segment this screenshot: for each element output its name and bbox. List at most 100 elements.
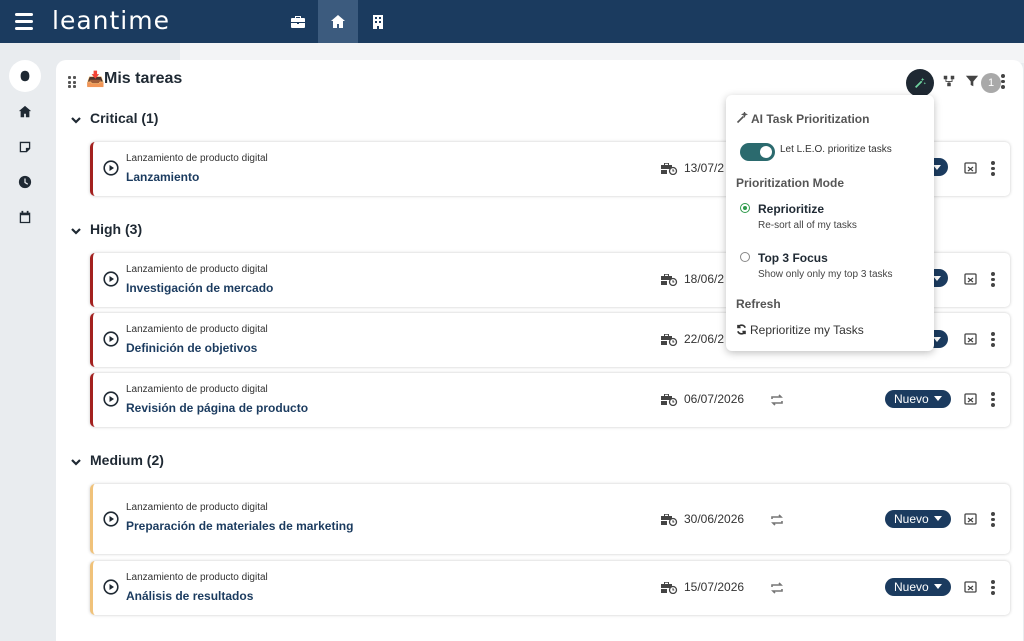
status-dropdown[interactable]: Nuevo: [885, 390, 951, 408]
calendar-x-icon[interactable]: [964, 392, 977, 405]
menu-icon[interactable]: [15, 13, 33, 30]
toggle-knob: [760, 146, 772, 158]
task-name[interactable]: Análisis de resultados: [126, 589, 253, 603]
building-icon[interactable]: [358, 0, 398, 43]
widget-menu-icon[interactable]: [1001, 74, 1005, 89]
filter-count-badge[interactable]: 1: [981, 73, 1001, 93]
task-menu-icon[interactable]: [991, 272, 995, 287]
play-circle-icon[interactable]: [103, 331, 119, 347]
group-title: Critical (1): [90, 110, 159, 126]
task-name[interactable]: Definición de objetivos: [126, 341, 257, 355]
task-name[interactable]: Revisión de página de producto: [126, 401, 308, 415]
chevron-down-icon: [70, 113, 82, 125]
due-date-icon[interactable]: [660, 332, 678, 347]
chevron-down-icon: [70, 224, 82, 236]
popover-title: AI Task Prioritization: [736, 110, 870, 126]
page-title: Mis tareas: [104, 70, 183, 87]
magic-wand-icon: [736, 110, 749, 124]
task-project: Lanzamiento de producto digital: [126, 153, 268, 164]
popover-title-text: AI Task Prioritization: [751, 112, 870, 126]
task-project: Lanzamiento de producto digital: [126, 324, 268, 335]
group-by-icon[interactable]: [942, 74, 956, 88]
task-due-date[interactable]: 15/07/2026: [684, 580, 744, 594]
task-project: Lanzamiento de producto digital: [126, 384, 268, 395]
task-menu-icon[interactable]: [991, 161, 995, 176]
task-name[interactable]: Lanzamiento: [126, 170, 199, 184]
due-date-icon[interactable]: [660, 512, 678, 527]
caret-down-icon: [933, 584, 942, 589]
play-circle-icon[interactable]: [103, 511, 119, 527]
inbox-emoji-icon: 📥: [86, 71, 105, 88]
task-due-date[interactable]: 13/07/2: [684, 161, 724, 175]
task-name[interactable]: Preparación de materiales de marketing: [126, 519, 353, 533]
task-row[interactable]: Lanzamiento de producto digital Revisión…: [90, 373, 1010, 427]
reprioritize-label[interactable]: Reprioritize: [758, 202, 824, 216]
task-row[interactable]: Lanzamiento de producto digital Análisis…: [90, 561, 1010, 615]
clock-icon[interactable]: [9, 166, 41, 198]
caret-down-icon: [933, 276, 941, 281]
top3-focus-desc: Show only only my top 3 tasks: [758, 269, 893, 280]
briefcase-icon[interactable]: [278, 0, 318, 43]
task-due-date[interactable]: 30/06/2026: [684, 512, 744, 526]
home-project-icon[interactable]: [318, 0, 358, 43]
repeat-icon[interactable]: [770, 581, 784, 594]
app-logo[interactable]: leantime: [52, 6, 170, 35]
due-date-icon[interactable]: [660, 161, 678, 176]
play-circle-icon[interactable]: [103, 579, 119, 595]
calendar-x-icon[interactable]: [964, 512, 977, 525]
status-dropdown[interactable]: Nuevo: [885, 578, 951, 596]
task-name[interactable]: Investigación de mercado: [126, 281, 273, 295]
leo-prioritize-toggle[interactable]: [740, 143, 775, 161]
widget-header: 📥 Mis tareas 1: [56, 60, 1023, 100]
top-nav: [278, 0, 398, 43]
due-date-icon[interactable]: [660, 392, 678, 407]
play-circle-icon[interactable]: [103, 391, 119, 407]
caret-down-icon: [933, 396, 942, 401]
task-due-date[interactable]: 06/07/2026: [684, 392, 744, 406]
top3-focus-radio[interactable]: [740, 252, 750, 262]
refresh-link-text: Reprioritize my Tasks: [750, 323, 864, 337]
caret-down-icon: [933, 165, 941, 170]
caret-down-icon: [933, 516, 942, 521]
group-title: High (3): [90, 221, 143, 237]
ai-prioritize-button[interactable]: [906, 69, 934, 97]
task-menu-icon[interactable]: [991, 392, 995, 407]
status-label: Nuevo: [894, 580, 929, 594]
calendar-x-icon[interactable]: [964, 161, 977, 174]
top-bar: leantime: [0, 0, 1024, 43]
ai-prioritization-popover: AI Task Prioritization Let L.E.O. priori…: [726, 95, 934, 351]
refresh-heading: Refresh: [736, 297, 781, 311]
due-date-icon[interactable]: [660, 272, 678, 287]
reprioritize-radio[interactable]: [740, 203, 750, 213]
task-due-date[interactable]: 22/06/2: [684, 332, 724, 346]
play-circle-icon[interactable]: [103, 271, 119, 287]
task-project: Lanzamiento de producto digital: [126, 502, 268, 513]
left-rail: [0, 43, 52, 641]
task-menu-icon[interactable]: [991, 580, 995, 595]
brain-icon[interactable]: [9, 60, 41, 92]
toggle-label: Let L.E.O. prioritize tasks: [780, 144, 892, 155]
due-date-icon[interactable]: [660, 580, 678, 595]
repeat-icon[interactable]: [770, 393, 784, 406]
calendar-x-icon[interactable]: [964, 272, 977, 285]
chevron-down-icon: [70, 455, 82, 467]
reprioritize-desc: Re-sort all of my tasks: [758, 220, 857, 231]
status-dropdown[interactable]: Nuevo: [885, 510, 951, 528]
top3-focus-label[interactable]: Top 3 Focus: [758, 251, 828, 265]
play-circle-icon[interactable]: [103, 160, 119, 176]
filter-icon[interactable]: [965, 74, 979, 88]
home-icon[interactable]: [9, 96, 41, 128]
refresh-icon: [737, 324, 746, 335]
calendar-icon[interactable]: [9, 201, 41, 233]
drag-handle-icon[interactable]: [68, 76, 78, 88]
note-icon[interactable]: [9, 131, 41, 163]
calendar-x-icon[interactable]: [964, 332, 977, 345]
repeat-icon[interactable]: [770, 513, 784, 526]
reprioritize-tasks-link[interactable]: Reprioritize my Tasks: [736, 323, 864, 337]
magic-wand-icon: [915, 77, 926, 88]
calendar-x-icon[interactable]: [964, 580, 977, 593]
task-due-date[interactable]: 18/06/2: [684, 272, 724, 286]
task-menu-icon[interactable]: [991, 512, 995, 527]
task-row[interactable]: Lanzamiento de producto digital Preparac…: [90, 484, 1010, 554]
task-menu-icon[interactable]: [991, 332, 995, 347]
